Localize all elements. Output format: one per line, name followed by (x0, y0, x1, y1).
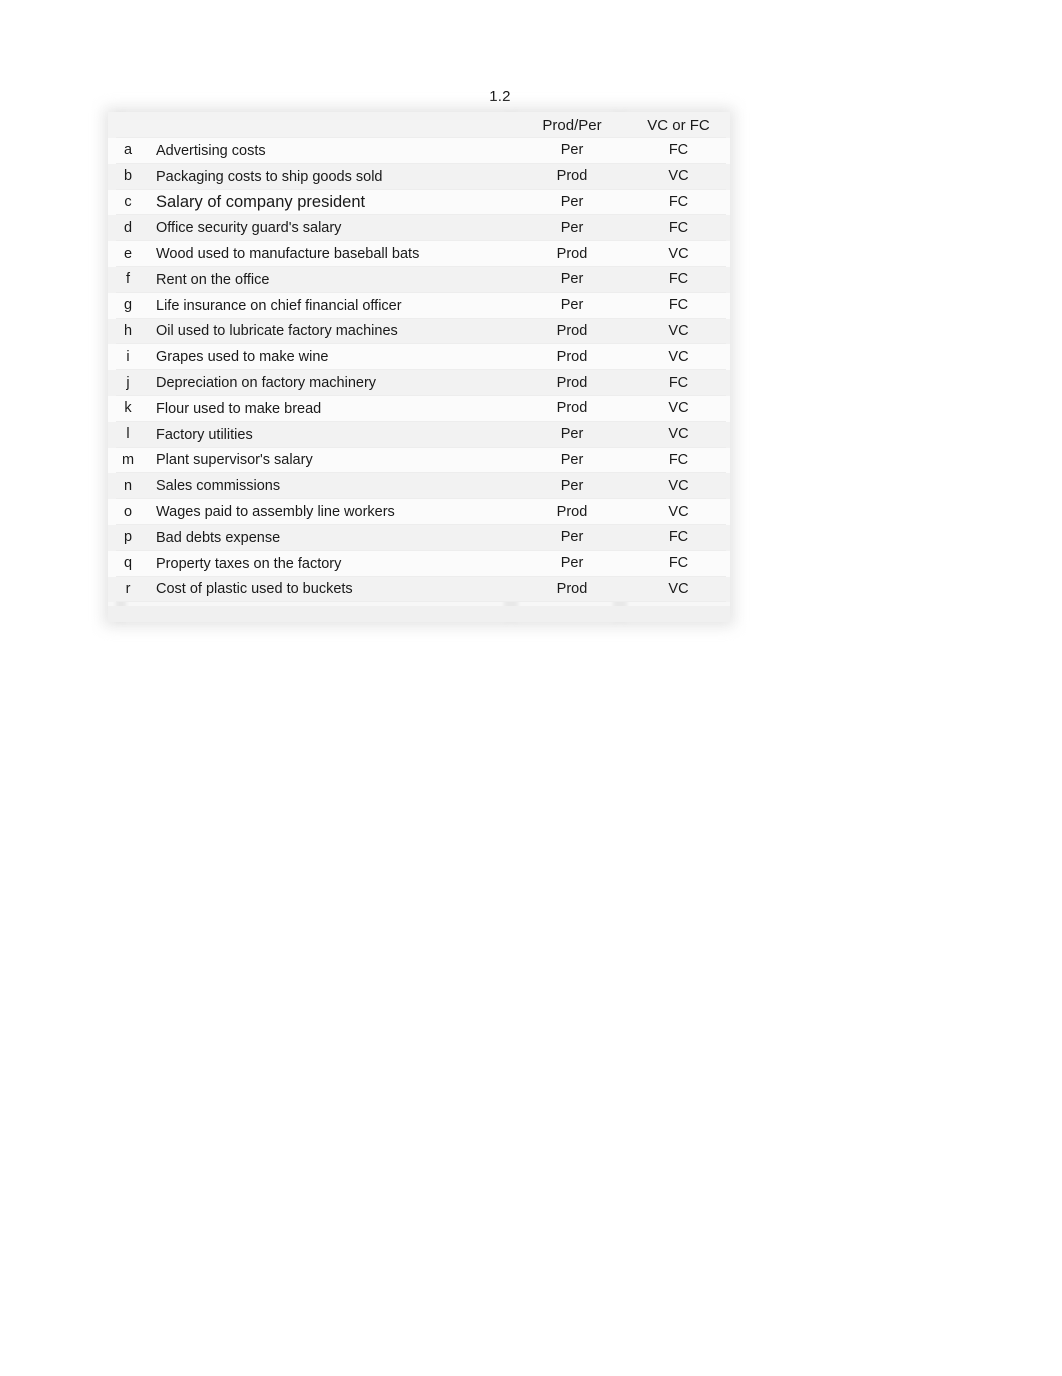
row-key: f (125, 271, 131, 288)
row-prod-per: Per (560, 271, 584, 288)
row-prod-per: Prod (556, 580, 588, 597)
cost-classification-table: Prod/Per VC or FC a Advertising costs Pe… (104, 108, 734, 626)
table-row: b Packaging costs to ship goods sold Pro… (108, 163, 730, 190)
row-prod-per: Per (560, 219, 584, 236)
row-vc-or-fc: FC (668, 271, 689, 288)
row-vc-or-fc: VC (668, 245, 689, 262)
row-vc-or-fc: FC (668, 529, 689, 546)
table-row: o Wages paid to assembly line workers Pr… (108, 499, 730, 525)
row-key: j (126, 374, 130, 391)
row-vc-or-fc: FC (668, 374, 689, 391)
row-key: a (123, 142, 133, 159)
table-row: c Salary of company president Per FC (108, 189, 730, 216)
row-description: Rent on the office (156, 271, 270, 288)
table-row: l Factory utilities Per VC (108, 421, 730, 448)
row-key: r (125, 580, 131, 597)
row-vc-or-fc: FC (668, 219, 689, 236)
row-prod-per: Per (560, 142, 584, 159)
table-row: n Sales commissions Per VC (108, 473, 730, 500)
row-vc-or-fc: FC (668, 555, 689, 572)
row-description: Flour used to make bread (156, 400, 322, 417)
row-description: Sales commissions (156, 478, 281, 495)
table-bottom-strip (108, 606, 730, 622)
row-prod-per: Prod (556, 374, 588, 391)
row-key: k (124, 400, 132, 417)
row-prod-per: Per (560, 529, 584, 546)
row-description: Bad debts expense (156, 529, 281, 546)
row-description: Depreciation on factory machinery (156, 375, 377, 392)
table-rows: Prod/Per VC or FC a Advertising costs Pe… (108, 112, 730, 603)
column-header-prod-per: Prod/Per (542, 116, 602, 134)
row-description: Oil used to lubricate factory machines (156, 323, 398, 340)
row-key: e (123, 245, 133, 262)
table-row: g Life insurance on chief financial offi… (108, 292, 730, 319)
row-prod-per: Per (560, 477, 584, 494)
row-key: h (123, 322, 133, 339)
row-description: Wood used to manufacture baseball bats (156, 246, 420, 263)
row-prod-per: Per (560, 193, 584, 210)
row-key: d (123, 219, 133, 236)
table-row: r Cost of plastic used to buckets Prod V… (108, 576, 730, 603)
row-vc-or-fc: VC (668, 400, 689, 417)
row-prod-per: Per (560, 451, 584, 468)
row-key: m (121, 451, 135, 468)
table-row: h Oil used to lubricate factory machines… (108, 318, 730, 345)
table-row: p Bad debts expense Per FC (108, 524, 730, 551)
table-row: q Property taxes on the factory Per FC (108, 550, 730, 577)
row-description: Factory utilities (156, 426, 253, 443)
row-prod-per: Per (560, 297, 584, 314)
row-key: o (123, 503, 133, 520)
row-key: i (126, 348, 130, 365)
row-vc-or-fc: VC (668, 426, 689, 443)
row-vc-or-fc: VC (668, 348, 689, 365)
row-key: b (123, 168, 133, 185)
row-prod-per: Prod (556, 503, 588, 520)
table-row: e Wood used to manufacture baseball bats… (108, 241, 730, 267)
row-key: c (124, 193, 132, 210)
row-key: l (126, 426, 130, 443)
row-prod-per: Prod (556, 322, 588, 339)
page-title: 1.2 (489, 88, 511, 105)
table-header-row: Prod/Per VC or FC (108, 112, 730, 138)
row-key: q (123, 555, 133, 572)
row-prod-per: Prod (556, 168, 588, 185)
row-description: Office security guard's salary (156, 220, 342, 237)
row-description: Property taxes on the factory (156, 555, 342, 572)
row-description: Cost of plastic used to buckets (156, 581, 353, 598)
table-row: k Flour used to make bread Prod VC (108, 395, 730, 422)
row-vc-or-fc: VC (668, 477, 689, 494)
table-row: m Plant supervisor's salary Per FC (108, 447, 730, 474)
row-key: n (123, 477, 133, 494)
row-prod-per: Per (560, 426, 584, 443)
row-description: Salary of company president (156, 193, 366, 212)
table-row: j Depreciation on factory machinery Prod… (108, 370, 730, 396)
row-vc-or-fc: VC (668, 580, 689, 597)
row-description: Advertising costs (156, 142, 266, 159)
row-vc-or-fc: VC (668, 322, 689, 339)
row-prod-per: Prod (556, 400, 588, 417)
column-header-vc-or-fc: VC or FC (647, 116, 710, 134)
row-key: g (123, 297, 133, 314)
row-key: p (123, 529, 133, 546)
row-prod-per: Per (560, 555, 584, 572)
row-vc-or-fc: FC (668, 297, 689, 314)
table-row: d Office security guard's salary Per FC (108, 215, 730, 242)
row-vc-or-fc: VC (668, 503, 689, 520)
row-prod-per: Prod (556, 348, 588, 365)
row-description: Plant supervisor's salary (156, 452, 313, 469)
row-vc-or-fc: VC (668, 168, 689, 185)
row-vc-or-fc: FC (668, 451, 689, 468)
table-row: a Advertising costs Per FC (108, 138, 730, 164)
row-prod-per: Prod (556, 245, 588, 262)
table-row: i Grapes used to make wine Prod VC (108, 344, 730, 371)
row-vc-or-fc: FC (668, 193, 689, 210)
row-description: Wages paid to assembly line workers (156, 504, 395, 521)
table-row: f Rent on the office Per FC (108, 266, 730, 293)
document-page: 1.2 Prod/Per VC or FC a Advertising cost… (0, 0, 1062, 1376)
row-vc-or-fc: FC (668, 142, 689, 159)
row-description: Life insurance on chief financial office… (156, 297, 402, 314)
row-description: Grapes used to make wine (156, 349, 329, 366)
row-description: Packaging costs to ship goods sold (156, 168, 383, 185)
